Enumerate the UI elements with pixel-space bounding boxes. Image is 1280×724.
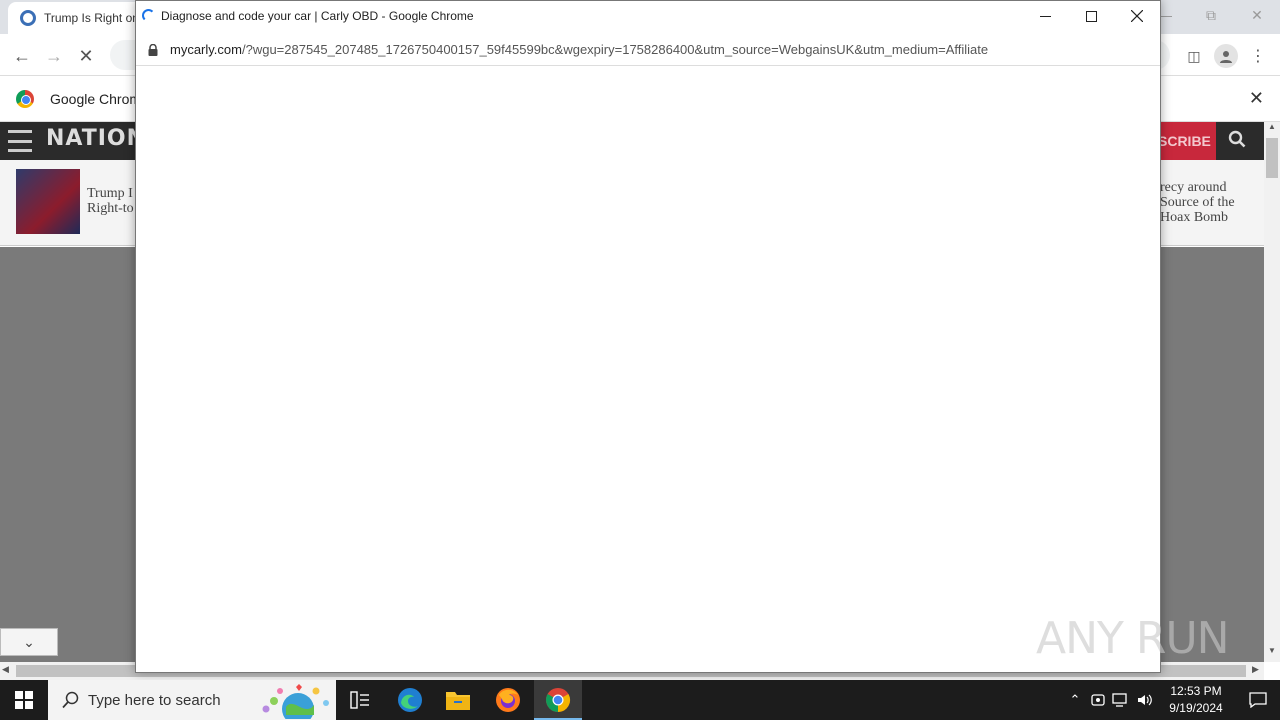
- stop-loading-icon[interactable]: ✕: [74, 44, 98, 68]
- background-window-controls: — ⧉ ✕: [1142, 0, 1280, 30]
- background-tab[interactable]: Trump Is Right on: [8, 2, 148, 34]
- close-icon[interactable]: ✕: [1234, 0, 1280, 30]
- scroll-up-arrow-icon[interactable]: ▲: [1264, 122, 1280, 138]
- task-view-icon[interactable]: [336, 680, 384, 720]
- lock-icon[interactable]: [148, 43, 158, 61]
- back-icon[interactable]: ←: [10, 44, 34, 68]
- infobar-close-icon[interactable]: ✕: [1249, 88, 1264, 109]
- volume-icon[interactable]: [1136, 692, 1154, 708]
- windows-start-icon[interactable]: [0, 680, 48, 720]
- site-logo[interactable]: NATION: [46, 126, 146, 151]
- network-icon[interactable]: [1112, 692, 1130, 708]
- search-icon: [62, 691, 79, 709]
- meet-now-icon[interactable]: [1090, 692, 1106, 708]
- background-tab-title: Trump Is Right on: [44, 11, 139, 25]
- chrome-icon[interactable]: [534, 680, 582, 720]
- tray-expand-icon[interactable]: ⌃: [1066, 692, 1084, 708]
- forward-icon[interactable]: →: [42, 44, 66, 68]
- restore-icon[interactable]: ⧉: [1188, 0, 1234, 30]
- scroll-down-arrow-icon[interactable]: ▼: [1264, 646, 1280, 662]
- taskbar-clock[interactable]: 12:53 PM 9/19/2024: [1164, 683, 1228, 717]
- search-placeholder: Type here to search: [88, 691, 221, 709]
- notification-center-icon[interactable]: [1236, 680, 1280, 720]
- scroll-left-arrow-icon[interactable]: ◀: [2, 664, 9, 675]
- profile-icon[interactable]: [1214, 44, 1238, 68]
- clock-date: 9/19/2024: [1169, 701, 1223, 715]
- popup-title: Diagnose and code your car | Carly OBD -…: [161, 9, 474, 23]
- infobar-text: Google Chrom: [50, 91, 142, 107]
- vertical-scrollbar[interactable]: [1264, 122, 1280, 662]
- url-host: mycarly.com: [170, 42, 242, 57]
- ticker-headline-left[interactable]: Trump I Right-to: [87, 186, 137, 216]
- file-explorer-icon[interactable]: [434, 680, 482, 720]
- vertical-scroll-thumb[interactable]: [1266, 138, 1278, 178]
- subscribe-button[interactable]: SCRIBE: [1152, 122, 1216, 160]
- anyrun-watermark: ANY RUN: [1036, 612, 1230, 664]
- scroll-right-arrow-icon[interactable]: ▶: [1252, 664, 1259, 675]
- site-favicon-icon: [20, 10, 36, 26]
- loading-spinner-icon: [142, 9, 155, 22]
- popup-window: Diagnose and code your car | Carly OBD -…: [135, 0, 1161, 673]
- side-panel-icon[interactable]: ◫: [1182, 44, 1206, 68]
- chrome-logo-icon: [16, 90, 34, 108]
- popup-page-content: [136, 67, 1160, 672]
- popup-maximize-icon[interactable]: [1068, 1, 1114, 31]
- edge-browser-icon[interactable]: [386, 680, 434, 720]
- ticker-thumbnail[interactable]: [16, 169, 80, 234]
- collapse-chevron-icon[interactable]: ⌄: [0, 628, 58, 656]
- menu-kebab-icon[interactable]: ⋮: [1246, 44, 1270, 68]
- clock-time: 12:53 PM: [1170, 684, 1222, 698]
- site-search-icon[interactable]: [1228, 130, 1246, 153]
- url-path: /?wgu=287545_207485_1726750400157_59f455…: [241, 42, 989, 57]
- firefox-icon[interactable]: [484, 680, 532, 720]
- ticker-headline-right[interactable]: recy around Source of the Hoax Bomb: [1160, 180, 1256, 225]
- hamburger-menu-icon[interactable]: [8, 130, 32, 152]
- search-highlight-illustration: [258, 683, 334, 724]
- system-tray: ⌃: [1066, 680, 1154, 720]
- popup-url[interactable]: mycarly.com/?wgu=287545_207485_172675040…: [170, 42, 988, 57]
- popup-minimize-icon[interactable]: [1022, 1, 1068, 31]
- popup-close-icon[interactable]: [1114, 1, 1160, 31]
